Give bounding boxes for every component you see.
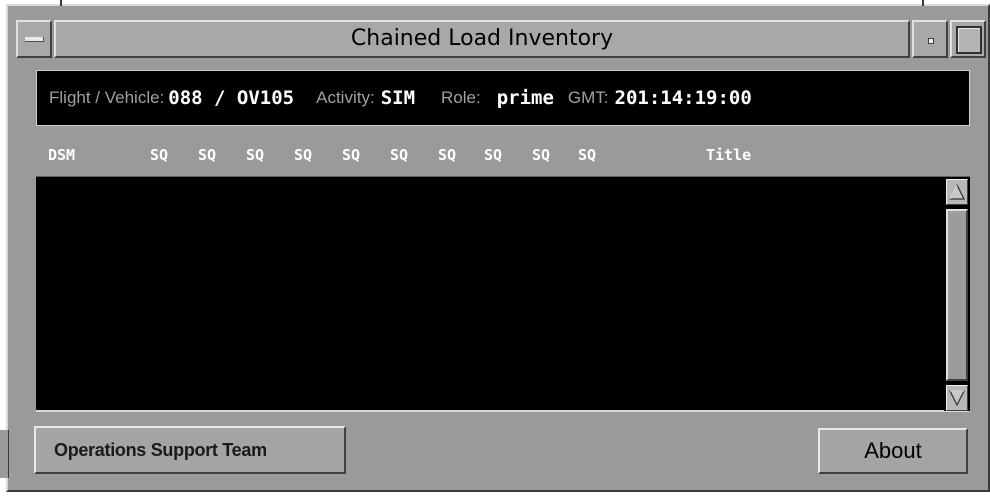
- column-header-sq[interactable]: SQ: [150, 146, 168, 164]
- column-header-sq[interactable]: SQ: [438, 146, 456, 164]
- scrollbar-thumb[interactable]: [946, 209, 968, 381]
- flight-vehicle-label: Flight / Vehicle:: [49, 88, 165, 107]
- column-header-dsm[interactable]: DSM: [48, 146, 75, 164]
- about-button[interactable]: About: [818, 428, 968, 474]
- window-menu-button[interactable]: [16, 20, 52, 58]
- maximize-button[interactable]: [950, 20, 986, 58]
- frame-resize-corner-top-left[interactable]: [60, 0, 62, 6]
- scroll-down-arrow-icon: [949, 390, 965, 407]
- role-value: prime: [496, 87, 554, 109]
- vertical-scrollbar[interactable]: [944, 179, 970, 411]
- column-header-sq[interactable]: SQ: [198, 146, 216, 164]
- role-label: Role:: [441, 88, 481, 107]
- column-header-sq[interactable]: SQ: [532, 146, 550, 164]
- column-header-sq[interactable]: SQ: [578, 146, 596, 164]
- client-area: Flight / Vehicle: 088 / OV105 Activity: …: [16, 58, 986, 486]
- column-header-sq[interactable]: SQ: [484, 146, 502, 164]
- frame-resize-handle-left[interactable]: [0, 430, 9, 478]
- activity-value: SIM: [380, 87, 416, 109]
- column-header-sq[interactable]: SQ: [246, 146, 264, 164]
- window-menu-icon: [25, 37, 44, 42]
- column-header-row: DSM SQ SQ SQ SQ SQ SQ SQ SQ SQ SQ Title: [36, 146, 970, 172]
- column-header-sq[interactable]: SQ: [390, 146, 408, 164]
- scroll-up-button[interactable]: [946, 179, 968, 205]
- inventory-list[interactable]: [36, 176, 970, 412]
- column-header-sq[interactable]: SQ: [342, 146, 360, 164]
- title-bar: Chained Load Inventory: [16, 20, 986, 58]
- gmt-label: GMT:: [567, 88, 609, 107]
- operations-support-team-button[interactable]: Operations Support Team: [34, 426, 346, 474]
- status-info-bar: Flight / Vehicle: 088 / OV105 Activity: …: [36, 70, 970, 126]
- minimize-button[interactable]: [912, 20, 948, 58]
- scroll-down-button[interactable]: [946, 385, 968, 411]
- frame-resize-corner-top-right[interactable]: [922, 0, 924, 6]
- window-title[interactable]: Chained Load Inventory: [54, 20, 910, 58]
- gmt-value: 201:14:19:00: [614, 87, 752, 109]
- column-header-sq[interactable]: SQ: [294, 146, 312, 164]
- minimize-icon: [928, 38, 934, 44]
- flight-vehicle-value: 088 / OV105: [168, 87, 295, 109]
- activity-label: Activity:: [316, 88, 375, 107]
- scroll-up-arrow-icon: [949, 183, 965, 200]
- column-header-title[interactable]: Title: [706, 146, 751, 164]
- maximize-icon: [956, 26, 982, 54]
